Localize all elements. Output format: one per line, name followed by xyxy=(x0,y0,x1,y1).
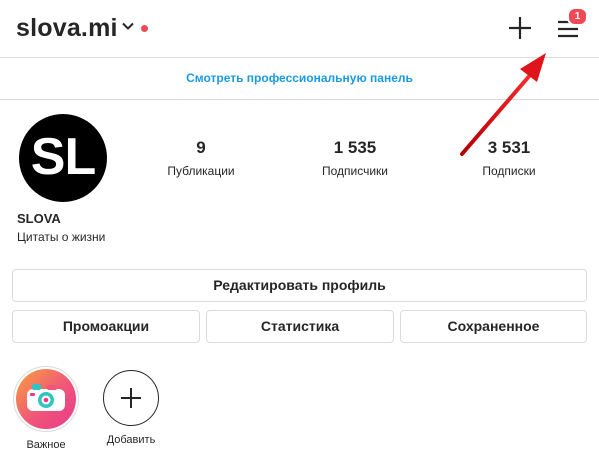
annotation-arrow xyxy=(460,53,546,156)
